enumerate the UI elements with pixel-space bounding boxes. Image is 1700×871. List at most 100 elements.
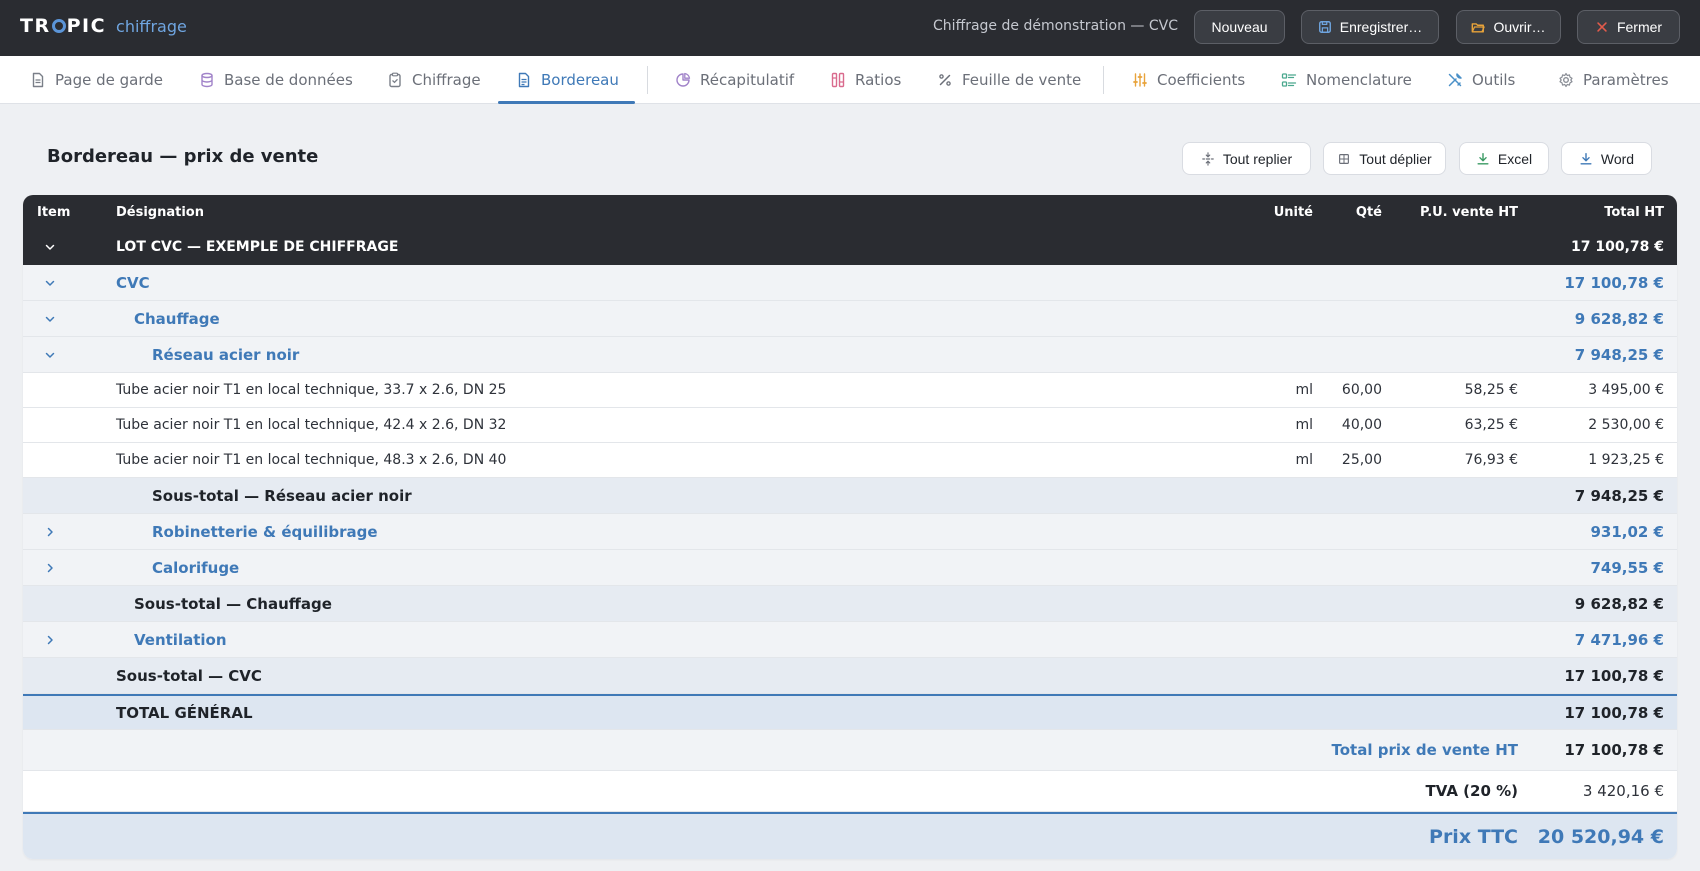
document-icon (32, 72, 44, 88)
tab-parametres[interactable]: Paramètres (1558, 56, 1669, 104)
column-header-total: Total HT (1604, 204, 1664, 220)
page-title: Bordereau — prix de vente (47, 146, 319, 167)
tab-nomenclature[interactable]: Nomenclature (1281, 56, 1412, 104)
pie-chart-icon (676, 72, 691, 87)
total-ht-value: 17 100,78 € (1564, 741, 1664, 759)
bordereau-table: Item Désignation Unité Qté P.U. vente HT… (23, 195, 1677, 859)
open-button[interactable]: Ouvrir… (1456, 10, 1561, 44)
item-designation: Tube acier noir T1 en local technique, 4… (116, 452, 507, 468)
item-total: 2 530,00 € (1588, 417, 1664, 433)
tab-page-de-garde[interactable]: Page de garde (30, 56, 163, 104)
group-total: 9 628,82 € (1574, 309, 1664, 328)
group-row-reseau-acier-noir[interactable]: Réseau acier noir 7 948,25 € (23, 337, 1677, 373)
group-total: 7 471,96 € (1574, 630, 1664, 649)
logo-text-right: PIC (66, 15, 107, 37)
tab-feuille-de-vente[interactable]: Feuille de vente (937, 56, 1081, 104)
item-unit-price: 58,25 € (1464, 382, 1518, 398)
export-word-label: Word (1600, 150, 1635, 167)
group-total: 7 948,25 € (1574, 345, 1664, 364)
open-button-label: Ouvrir… (1493, 19, 1546, 35)
database-icon (201, 72, 213, 88)
export-excel-button[interactable]: Excel (1459, 142, 1549, 175)
group-row-robinetterie[interactable]: Robinetterie & équilibrage 931,02 € (23, 514, 1677, 550)
group-label: Réseau acier noir (152, 345, 300, 364)
save-button[interactable]: Enregistrer… (1301, 10, 1439, 44)
group-total: 17 100,78 € (1564, 273, 1664, 292)
tab-label: Bordereau (541, 71, 619, 89)
list-icon (1281, 73, 1297, 87)
close-button-label: Fermer (1616, 19, 1663, 35)
tab-coefficients[interactable]: Coefficients (1132, 56, 1245, 104)
lot-label: LOT CVC — EXEMPLE DE CHIFFRAGE (116, 239, 399, 255)
chevron-down-icon[interactable] (44, 349, 56, 361)
subtotal-row-reseau: Sous-total — Réseau acier noir 7 948,25 … (23, 478, 1677, 514)
tab-label: Récapitulatif (700, 71, 795, 89)
app-header: TR PIC chiffrage Chiffrage de démonstrati… (0, 0, 1700, 56)
tab-label: Feuille de vente (962, 71, 1082, 89)
total-ht-row: Total prix de vente HT 17 100,78 € (23, 730, 1677, 771)
tools-icon (1448, 73, 1462, 87)
column-header-designation: Désignation (116, 204, 204, 220)
chevron-down-icon[interactable] (44, 313, 56, 325)
group-label: Calorifuge (152, 558, 240, 577)
chevron-down-icon[interactable] (44, 241, 56, 253)
lot-row[interactable]: LOT CVC — EXEMPLE DE CHIFFRAGE 17 100,78… (23, 229, 1677, 265)
close-button[interactable]: Fermer (1577, 10, 1680, 44)
collapse-all-label: Tout replier (1222, 150, 1293, 167)
tab-outils[interactable]: Outils (1447, 56, 1515, 104)
table-row[interactable]: Tube acier noir T1 en local technique, 4… (23, 443, 1677, 478)
expand-all-button[interactable]: Tout déplier (1323, 142, 1446, 175)
subtotal-label: Sous-total — Réseau acier noir (152, 486, 412, 505)
tva-value: 3 420,16 € (1582, 782, 1664, 800)
group-total: 749,55 € (1590, 558, 1664, 577)
document-title: Chiffrage de démonstration — CVC (933, 18, 1178, 34)
tab-chiffrage[interactable]: Chiffrage (387, 56, 481, 104)
table-row[interactable]: Tube acier noir T1 en local technique, 3… (23, 373, 1677, 408)
chevron-right-icon[interactable] (44, 526, 56, 538)
item-total: 3 495,00 € (1588, 382, 1664, 398)
new-button[interactable]: Nouveau (1194, 10, 1285, 44)
chevron-right-icon[interactable] (44, 562, 56, 574)
group-row-ventilation[interactable]: Ventilation 7 471,96 € (23, 622, 1677, 658)
logo-subtitle: chiffrage (116, 17, 187, 36)
item-designation: Tube acier noir T1 en local technique, 3… (116, 382, 507, 398)
clipboard-icon (389, 72, 401, 88)
subtotal-row-cvc: Sous-total — CVC 17 100,78 € (23, 658, 1677, 694)
chevron-right-icon[interactable] (44, 634, 56, 646)
subtotal-label: Sous-total — CVC (116, 666, 262, 685)
tab-recapitulatif[interactable]: Récapitulatif (675, 56, 794, 104)
item-designation: Tube acier noir T1 en local technique, 4… (116, 417, 507, 433)
total-ht-label: Total prix de vente HT (1331, 741, 1519, 759)
group-total: 931,02 € (1590, 522, 1664, 541)
ttc-label: Prix TTC (1429, 825, 1518, 848)
logo-ring-icon (51, 19, 66, 33)
item-qty: 60,00 (1341, 382, 1382, 398)
group-row-chauffage[interactable]: Chauffage 9 628,82 € (23, 301, 1677, 337)
table-row[interactable]: Tube acier noir T1 en local technique, 4… (23, 408, 1677, 443)
tab-bordereau[interactable]: Bordereau (498, 56, 635, 104)
group-row-calorifuge[interactable]: Calorifuge 749,55 € (23, 550, 1677, 586)
item-unit-price: 63,25 € (1464, 417, 1518, 433)
subtotal-value: 7 948,25 € (1574, 486, 1664, 505)
group-label: Ventilation (134, 630, 227, 649)
column-header-unit-price: P.U. vente HT (1420, 204, 1518, 220)
column-header-qty: Qté (1355, 204, 1382, 220)
tab-base-de-donnees[interactable]: Base de données (199, 56, 353, 104)
item-unit-price: 76,93 € (1464, 452, 1518, 468)
expand-grid-icon (1339, 153, 1350, 164)
tab-label: Coefficients (1157, 71, 1246, 89)
folder-open-icon (1472, 23, 1486, 33)
tva-row: TVA (20 %) 3 420,16 € (23, 771, 1677, 812)
collapse-all-button[interactable]: Tout replier (1182, 142, 1311, 175)
file-text-icon (518, 72, 530, 88)
grand-total-label: TOTAL GÉNÉRAL (116, 703, 253, 722)
export-word-button[interactable]: Word (1561, 142, 1652, 175)
ratio-icon (831, 72, 845, 88)
item-qty: 40,00 (1341, 417, 1382, 433)
group-row-cvc[interactable]: CVC 17 100,78 € (23, 265, 1677, 301)
chevron-down-icon[interactable] (44, 277, 56, 289)
tab-label: Chiffrage (412, 71, 481, 89)
tab-ratios[interactable]: Ratios (830, 56, 901, 104)
subtotal-label: Sous-total — Chauffage (134, 594, 332, 613)
percent-icon (939, 74, 951, 86)
